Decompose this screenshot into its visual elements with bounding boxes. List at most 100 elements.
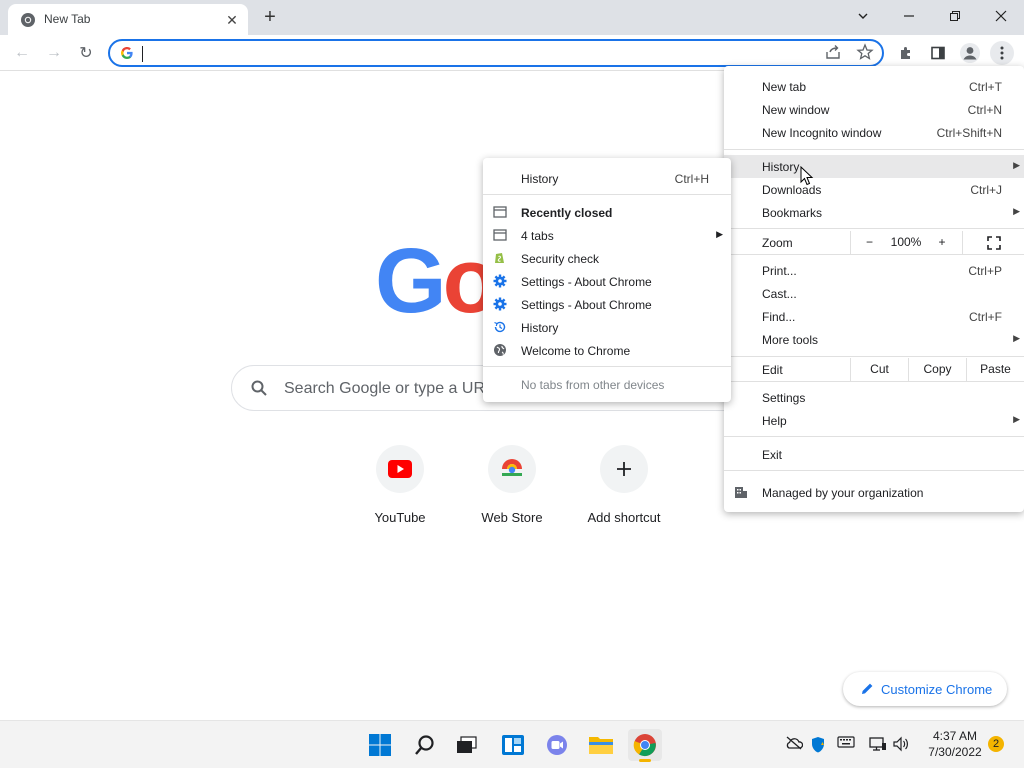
- pencil-icon: [861, 682, 874, 698]
- submenu-arrow-icon: ▶: [1013, 206, 1020, 216]
- chrome-menu-button[interactable]: [990, 41, 1014, 65]
- building-icon: [734, 485, 748, 502]
- menu-item-print[interactable]: Print... Ctrl+P: [724, 259, 1024, 282]
- address-bar[interactable]: [108, 39, 884, 67]
- new-tab-button[interactable]: +: [258, 6, 282, 30]
- mouse-cursor-icon: [800, 165, 814, 191]
- menu-separator: [724, 254, 1024, 255]
- menu-item-history[interactable]: History ▶: [724, 155, 1024, 178]
- zoom-in-button[interactable]: +: [924, 231, 960, 254]
- webstore-icon: [488, 445, 536, 493]
- submenu-arrow-icon: ▶: [1013, 160, 1020, 170]
- menu-item-exit[interactable]: Exit: [724, 443, 1024, 466]
- omnibox-input[interactable]: [146, 45, 806, 63]
- minimize-button[interactable]: [886, 0, 932, 32]
- close-window-button[interactable]: [978, 0, 1024, 32]
- share-icon[interactable]: [824, 43, 844, 63]
- tab-close-icon[interactable]: ✕: [222, 10, 242, 30]
- menu-item-find[interactable]: Find... Ctrl+F: [724, 305, 1024, 328]
- menu-separator: [483, 366, 731, 367]
- plus-icon: [600, 445, 648, 493]
- file-explorer-icon[interactable]: [584, 729, 618, 761]
- keyboard-icon[interactable]: [836, 736, 856, 754]
- search-placeholder: Search Google or type a URL: [284, 380, 494, 397]
- customize-label: Customize Chrome: [881, 682, 993, 697]
- task-view-icon[interactable]: [450, 729, 484, 761]
- menu-separator: [724, 436, 1024, 437]
- title-bar: New Tab ✕ +: [0, 0, 1024, 35]
- menu-item-new-incognito[interactable]: New Incognito window Ctrl+Shift+N: [724, 121, 1024, 144]
- history-item-settings-about-1[interactable]: Settings - About Chrome: [483, 270, 731, 293]
- menu-item-new-window[interactable]: New window Ctrl+N: [724, 98, 1024, 121]
- menu-item-cast[interactable]: Cast...: [724, 282, 1024, 305]
- clock-time: 4:37 AM: [932, 729, 978, 743]
- fullscreen-icon[interactable]: [962, 231, 1024, 254]
- volume-icon[interactable]: [892, 736, 912, 754]
- no-tabs-other-devices: No tabs from other devices: [521, 378, 665, 392]
- settings-gear-icon: [493, 274, 507, 288]
- shortcut-label: Add shortcut: [587, 510, 661, 525]
- clock[interactable]: 4:37 AM 7/30/2022: [920, 729, 990, 759]
- history-item-settings-about-2[interactable]: Settings - About Chrome: [483, 293, 731, 316]
- shortcut-add[interactable]: Add shortcut: [568, 445, 680, 535]
- forward-button[interactable]: →: [42, 41, 66, 65]
- windows-start-icon[interactable]: [363, 729, 397, 761]
- menu-separator: [724, 381, 1024, 382]
- shortcut-label: YouTube: [374, 510, 426, 525]
- settings-gear-icon: [493, 297, 507, 311]
- menu-item-help[interactable]: Help ▶: [724, 409, 1024, 432]
- tab-search-dropdown-icon[interactable]: [840, 0, 886, 32]
- globe-icon: [493, 343, 507, 357]
- tab-new-tab[interactable]: New Tab ✕: [8, 4, 248, 35]
- side-panel-icon[interactable]: [926, 41, 950, 65]
- restore-button[interactable]: [932, 0, 978, 32]
- menu-item-managed[interactable]: Managed by your organization: [724, 481, 1024, 504]
- menu-item-zoom: Zoom − 100% +: [724, 231, 1024, 254]
- extensions-puzzle-icon[interactable]: [894, 41, 918, 65]
- menu-separator: [483, 194, 731, 195]
- customize-chrome-button[interactable]: Customize Chrome: [843, 672, 1007, 706]
- reload-button[interactable]: ↻: [74, 41, 98, 65]
- menu-item-new-tab[interactable]: New tab Ctrl+T: [724, 75, 1024, 98]
- history-submenu-history[interactable]: History Ctrl+H: [483, 167, 731, 190]
- chrome-taskbar-icon[interactable]: [628, 729, 662, 762]
- menu-separator: [724, 228, 1024, 229]
- profile-avatar-icon[interactable]: [958, 41, 982, 65]
- submenu-arrow-icon: ▶: [1013, 333, 1020, 343]
- back-button[interactable]: ←: [10, 41, 34, 65]
- copy-button[interactable]: Copy: [908, 358, 966, 381]
- bookmark-star-icon[interactable]: [856, 43, 876, 63]
- search-icon[interactable]: [408, 729, 442, 761]
- menu-separator: [724, 149, 1024, 150]
- history-item-4-tabs[interactable]: 4 tabs ▶: [483, 224, 731, 247]
- shortcut-web-store[interactable]: Web Store: [456, 445, 568, 535]
- search-icon: [250, 379, 268, 402]
- tab-title: New Tab: [44, 12, 91, 26]
- history-icon: [493, 320, 507, 334]
- google-g-icon: [120, 46, 134, 60]
- clock-date: 7/30/2022: [928, 745, 982, 759]
- notification-badge[interactable]: 2: [988, 736, 1004, 752]
- menu-item-more-tools[interactable]: More tools ▶: [724, 328, 1024, 351]
- active-app-indicator: [639, 759, 651, 762]
- zoom-out-button[interactable]: −: [850, 231, 888, 254]
- menu-item-settings[interactable]: Settings: [724, 386, 1024, 409]
- history-item-history[interactable]: History: [483, 316, 731, 339]
- menu-item-downloads[interactable]: Downloads Ctrl+J: [724, 178, 1024, 201]
- submenu-arrow-icon: ▶: [716, 229, 723, 239]
- paste-button[interactable]: Paste: [966, 358, 1024, 381]
- history-item-welcome[interactable]: Welcome to Chrome: [483, 339, 731, 362]
- menu-separator: [724, 470, 1024, 471]
- widgets-icon[interactable]: [496, 729, 530, 761]
- shortcut-youtube[interactable]: YouTube: [344, 445, 456, 535]
- tab-window-icon: [493, 228, 507, 242]
- history-item-security-check[interactable]: Security check: [483, 247, 731, 270]
- menu-separator: [724, 356, 1024, 357]
- security-shield-icon[interactable]: [808, 736, 828, 754]
- cut-button[interactable]: Cut: [850, 358, 908, 381]
- teams-chat-icon[interactable]: [540, 729, 574, 761]
- menu-item-bookmarks[interactable]: Bookmarks ▶: [724, 201, 1024, 224]
- youtube-icon: [376, 445, 424, 493]
- network-icon[interactable]: [868, 736, 888, 754]
- onedrive-icon[interactable]: [784, 736, 804, 754]
